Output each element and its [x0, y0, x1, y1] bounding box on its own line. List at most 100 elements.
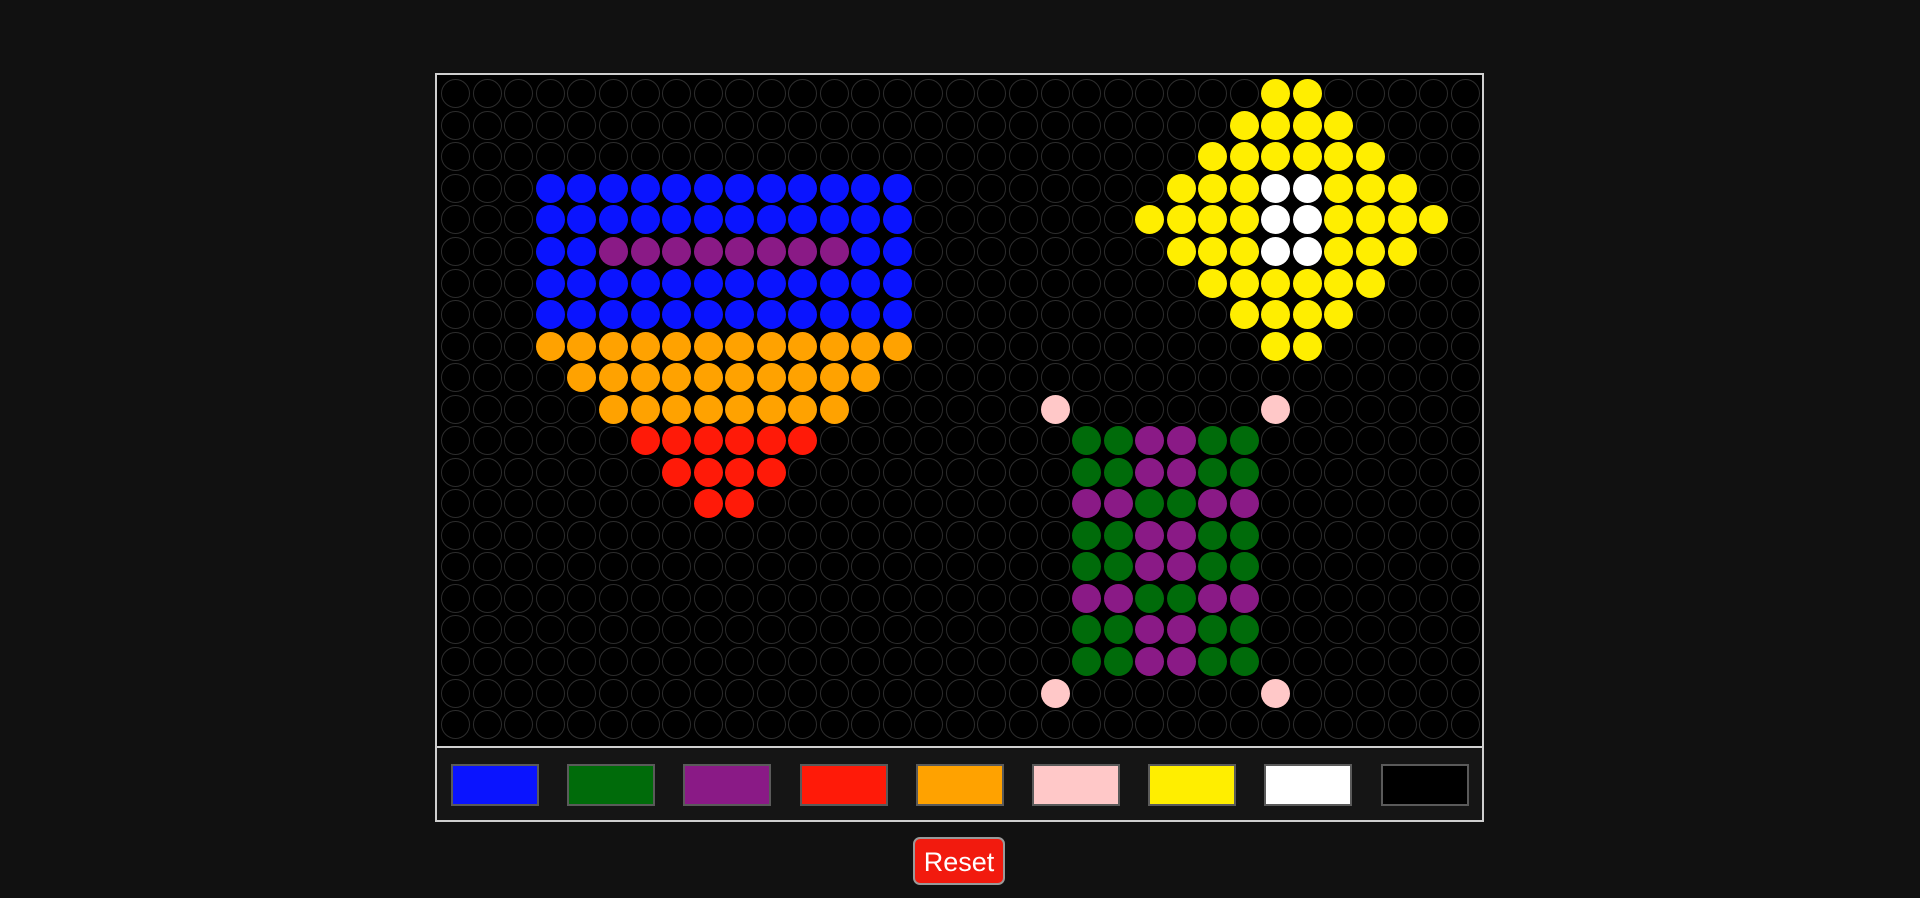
peg-hole[interactable]	[977, 457, 1007, 487]
peg-hole[interactable]	[1103, 331, 1133, 361]
peg-hole[interactable]	[472, 710, 502, 740]
peg-hole[interactable]	[945, 331, 975, 361]
peg-hole[interactable]	[472, 205, 502, 235]
peg-hole[interactable]	[1229, 394, 1259, 424]
swatch-yellow[interactable]	[1148, 764, 1237, 806]
peg-purple[interactable]	[1135, 647, 1165, 677]
peg-orange[interactable]	[788, 394, 818, 424]
peg-hole[interactable]	[1166, 110, 1196, 140]
peg-hole[interactable]	[1072, 300, 1102, 330]
peg-hole[interactable]	[1450, 110, 1480, 140]
peg-hole[interactable]	[914, 710, 944, 740]
peg-blue[interactable]	[882, 173, 912, 203]
peg-hole[interactable]	[851, 142, 881, 172]
peg-orange[interactable]	[693, 363, 723, 393]
peg-yellow[interactable]	[1292, 79, 1322, 109]
peg-hole[interactable]	[1009, 268, 1039, 298]
peg-blue[interactable]	[725, 300, 755, 330]
peg-blue[interactable]	[851, 300, 881, 330]
peg-red[interactable]	[662, 457, 692, 487]
peg-hole[interactable]	[1355, 394, 1385, 424]
peg-hole[interactable]	[504, 142, 534, 172]
peg-hole[interactable]	[1324, 710, 1354, 740]
peg-yellow[interactable]	[1198, 268, 1228, 298]
peg-hole[interactable]	[945, 615, 975, 645]
swatch-pink[interactable]	[1032, 764, 1120, 806]
peg-hole[interactable]	[441, 300, 471, 330]
peg-hole[interactable]	[1009, 520, 1039, 550]
peg-hole[interactable]	[819, 110, 849, 140]
peg-hole[interactable]	[1103, 110, 1133, 140]
peg-hole[interactable]	[1103, 363, 1133, 393]
peg-hole[interactable]	[851, 489, 881, 519]
peg-green[interactable]	[1103, 552, 1133, 582]
peg-hole[interactable]	[756, 678, 786, 708]
peg-hole[interactable]	[1292, 363, 1322, 393]
peg-hole[interactable]	[882, 79, 912, 109]
peg-hole[interactable]	[1387, 394, 1417, 424]
peg-orange[interactable]	[756, 394, 786, 424]
peg-hole[interactable]	[945, 110, 975, 140]
peg-hole[interactable]	[693, 110, 723, 140]
peg-hole[interactable]	[977, 426, 1007, 456]
peg-purple[interactable]	[1229, 583, 1259, 613]
peg-hole[interactable]	[504, 520, 534, 550]
peg-hole[interactable]	[788, 142, 818, 172]
peg-hole[interactable]	[472, 583, 502, 613]
peg-hole[interactable]	[756, 552, 786, 582]
peg-hole[interactable]	[504, 678, 534, 708]
peg-hole[interactable]	[441, 205, 471, 235]
peg-purple[interactable]	[1135, 426, 1165, 456]
peg-hole[interactable]	[851, 615, 881, 645]
peg-hole[interactable]	[662, 142, 692, 172]
peg-hole[interactable]	[882, 615, 912, 645]
peg-hole[interactable]	[945, 426, 975, 456]
peg-hole[interactable]	[882, 394, 912, 424]
peg-hole[interactable]	[504, 615, 534, 645]
peg-hole[interactable]	[1324, 426, 1354, 456]
peg-hole[interactable]	[914, 615, 944, 645]
peg-hole[interactable]	[788, 110, 818, 140]
peg-hole[interactable]	[472, 520, 502, 550]
peg-hole[interactable]	[599, 583, 628, 613]
peg-hole[interactable]	[977, 173, 1007, 203]
peg-hole[interactable]	[441, 489, 471, 519]
peg-hole[interactable]	[725, 678, 755, 708]
peg-hole[interactable]	[630, 110, 660, 140]
peg-yellow[interactable]	[1292, 268, 1322, 298]
peg-green[interactable]	[1103, 520, 1133, 550]
peg-hole[interactable]	[1040, 237, 1070, 266]
peg-hole[interactable]	[1387, 300, 1417, 330]
peg-hole[interactable]	[693, 615, 723, 645]
peg-hole[interactable]	[1261, 583, 1291, 613]
peg-hole[interactable]	[819, 678, 849, 708]
peg-hole[interactable]	[1103, 237, 1133, 266]
peg-blue[interactable]	[630, 268, 660, 298]
peg-hole[interactable]	[1135, 79, 1165, 109]
peg-yellow[interactable]	[1292, 331, 1322, 361]
peg-purple[interactable]	[693, 237, 723, 266]
peg-hole[interactable]	[1009, 173, 1039, 203]
peg-hole[interactable]	[819, 489, 849, 519]
peg-hole[interactable]	[504, 268, 534, 298]
peg-blue[interactable]	[662, 300, 692, 330]
peg-green[interactable]	[1229, 647, 1259, 677]
peg-hole[interactable]	[1419, 615, 1449, 645]
peg-hole[interactable]	[1009, 205, 1039, 235]
peg-hole[interactable]	[535, 110, 565, 140]
peg-yellow[interactable]	[1355, 237, 1385, 266]
peg-blue[interactable]	[725, 173, 755, 203]
peg-hole[interactable]	[882, 489, 912, 519]
peg-hole[interactable]	[882, 426, 912, 456]
peg-hole[interactable]	[977, 331, 1007, 361]
peg-hole[interactable]	[504, 300, 534, 330]
peg-hole[interactable]	[693, 79, 723, 109]
peg-yellow[interactable]	[1292, 110, 1322, 140]
peg-hole[interactable]	[504, 489, 534, 519]
peg-hole[interactable]	[472, 394, 502, 424]
peg-hole[interactable]	[1009, 237, 1039, 266]
peg-orange[interactable]	[756, 331, 786, 361]
peg-yellow[interactable]	[1387, 173, 1417, 203]
peg-hole[interactable]	[472, 457, 502, 487]
peg-hole[interactable]	[725, 79, 755, 109]
